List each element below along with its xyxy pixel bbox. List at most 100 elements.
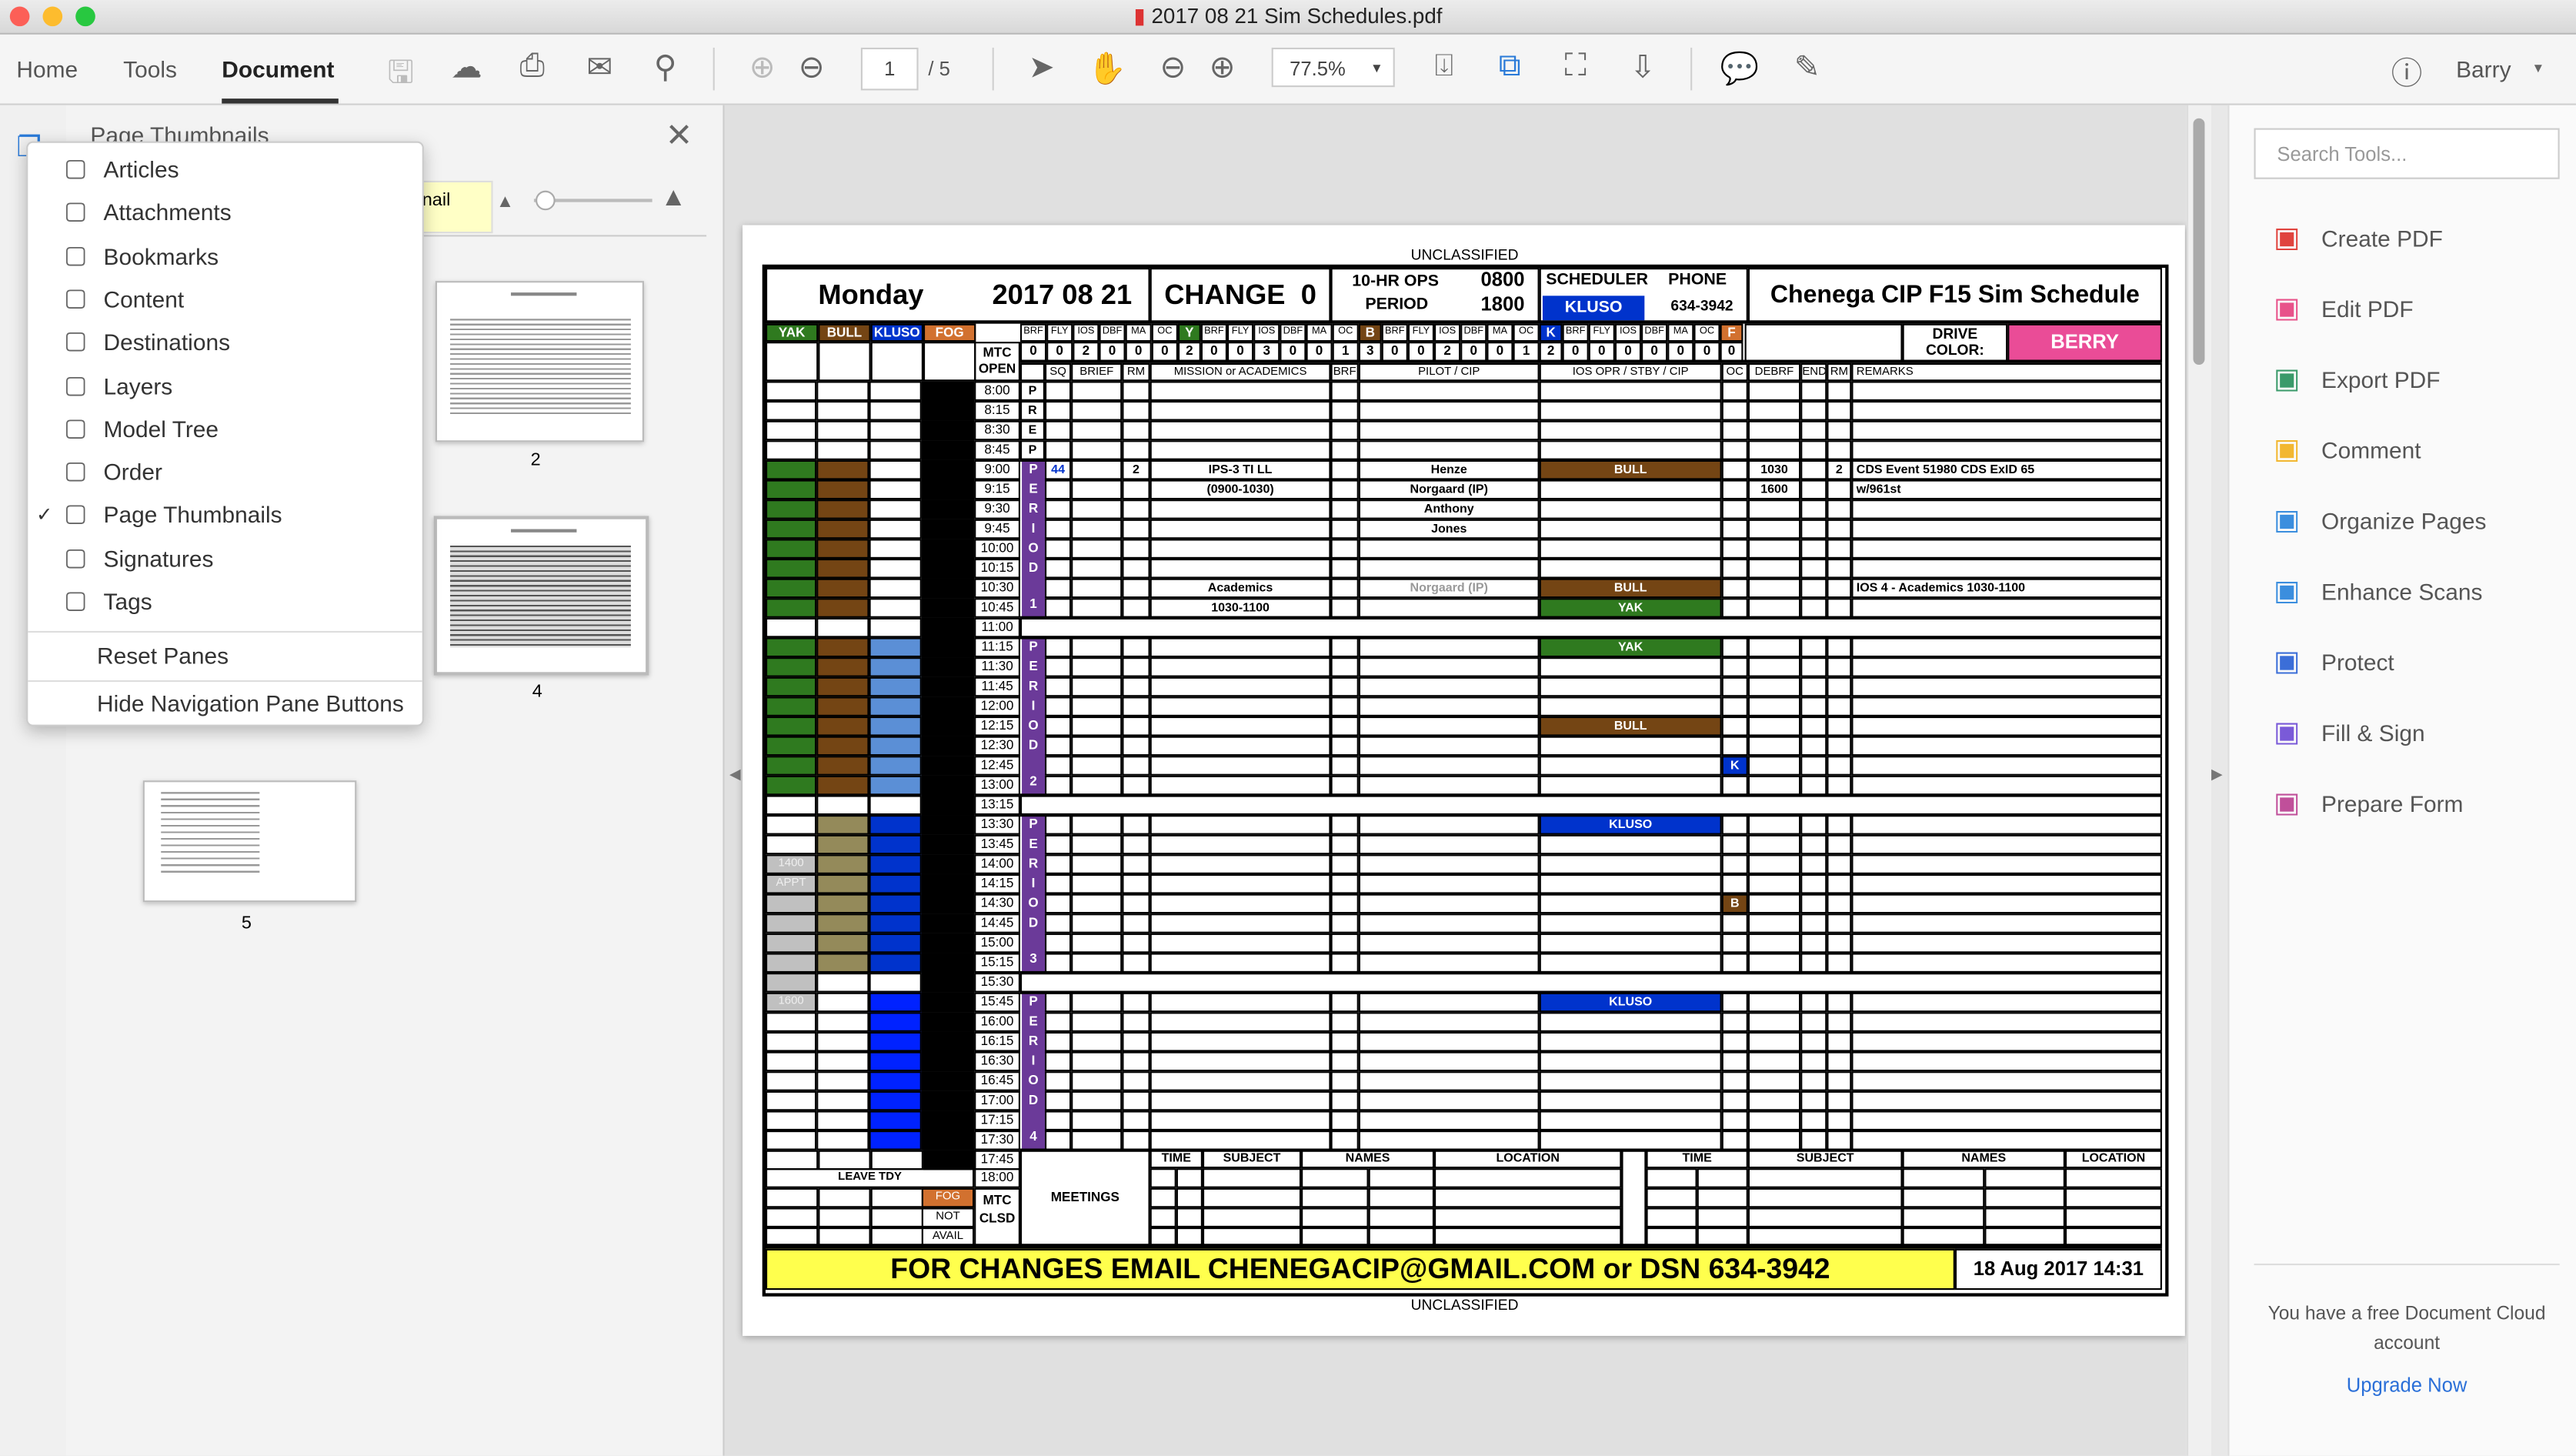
page-down-icon[interactable]: ⊖ — [792, 49, 831, 87]
close-icon[interactable]: ✕ — [666, 115, 693, 155]
email-icon[interactable]: ✉ — [580, 49, 619, 87]
availability-cell-fog — [921, 973, 975, 993]
search-icon[interactable]: ⚲ — [646, 49, 685, 87]
count-header: OC — [1513, 323, 1540, 342]
pen-icon[interactable]: ✎ — [1787, 49, 1827, 87]
search-tools-input[interactable]: Search Tools... — [2254, 128, 2560, 179]
availability-cell-fog — [921, 1012, 975, 1032]
vertical-scrollbar[interactable] — [2186, 105, 2211, 1456]
zoom-select[interactable]: 77.5% ▼ — [1271, 47, 1395, 88]
cell — [1071, 381, 1123, 401]
availability-cell-kluso — [869, 854, 922, 874]
chevron-down-icon[interactable]: ▼ — [2531, 61, 2544, 75]
cell: P — [1019, 381, 1045, 401]
tool-comment[interactable]: ▣ Comment — [2269, 434, 2421, 467]
tab-home[interactable]: Home — [16, 56, 78, 82]
zoom-out-icon[interactable]: ⊖ — [1153, 49, 1193, 87]
fit-width-icon[interactable]: ⧉ — [1490, 49, 1530, 85]
cell — [1330, 657, 1359, 677]
cell — [1044, 1031, 1072, 1052]
tool-export-pdf[interactable]: ▣ Export PDF — [2269, 363, 2440, 396]
tool-create-pdf[interactable]: ▣ Create PDF — [2269, 222, 2443, 255]
cell — [1071, 696, 1123, 716]
menu-item-model-tree[interactable]: ▢ Model Tree — [28, 407, 422, 450]
tool-edit-pdf[interactable]: ▣ Edit PDF — [2269, 292, 2414, 326]
zoom-in-icon[interactable]: ⊕ — [1203, 49, 1242, 87]
cell — [1827, 539, 1852, 559]
page-thumbnail[interactable] — [435, 281, 644, 442]
fit-page-icon[interactable]: ⍗ — [1424, 49, 1463, 85]
upgrade-now-link[interactable]: Upgrade Now — [2259, 1374, 2554, 1397]
cell — [1851, 756, 2162, 776]
meeting-header: TIME — [1646, 1148, 1748, 1169]
cell — [1071, 913, 1123, 933]
tool-prepare-form[interactable]: ▣ Prepare Form — [2269, 787, 2463, 820]
cell — [1358, 420, 1540, 441]
cell — [1044, 1071, 1072, 1091]
menu-item-destinations[interactable]: ▢ Destinations — [28, 321, 422, 364]
tool-protect[interactable]: ▣ Protect — [2269, 646, 2394, 679]
small-thumbnail-icon[interactable]: ▲ — [496, 192, 514, 212]
hand-icon[interactable]: ✋ — [1088, 49, 1127, 88]
minimize-window-button[interactable] — [42, 6, 63, 27]
comment-icon[interactable]: 💬 — [1720, 49, 1760, 88]
availability-cell-bull — [816, 1090, 869, 1111]
clsd-label: CLSD — [979, 1211, 1016, 1226]
page-number-input[interactable]: 1 — [860, 47, 919, 91]
meeting-cell — [1176, 1207, 1203, 1227]
upload-icon[interactable]: ☁ — [447, 49, 486, 87]
scroll-mode-icon[interactable]: ⇩ — [1623, 49, 1663, 87]
slider-handle[interactable] — [536, 190, 556, 211]
help-icon[interactable]: ⓘ — [2387, 49, 2426, 94]
menu-item-layers[interactable]: ▢ Layers — [28, 364, 422, 407]
time-label: 12:00 — [974, 696, 1020, 716]
cell — [1827, 716, 1852, 736]
menu-item-attachments[interactable]: ▢ Attachments — [28, 191, 422, 234]
cell — [1071, 854, 1123, 874]
menu-item-page-thumbnails[interactable]: ✓ ▢ Page Thumbnails — [28, 493, 422, 536]
menu-item-bookmarks[interactable]: ▢ Bookmarks — [28, 234, 422, 277]
time-label: 8:45 — [974, 440, 1020, 460]
change: CHANGE 0 — [1150, 268, 1331, 322]
user-menu[interactable]: Barry — [2456, 56, 2511, 82]
count-header: FLY — [1046, 323, 1073, 342]
menu-item-order[interactable]: ▢ Order — [28, 450, 422, 493]
page-up-icon[interactable]: ⊕ — [742, 49, 782, 87]
scrollbar-thumb[interactable] — [2193, 118, 2205, 366]
availability-cell-kluso — [869, 400, 922, 421]
full-screen-icon[interactable]: ⛶ — [1556, 49, 1595, 85]
menu-item-articles[interactable]: ▢ Articles — [28, 148, 422, 191]
expand-right-arrow-icon[interactable]: ▶ — [2211, 766, 2223, 783]
page-thumbnail[interactable] — [142, 780, 357, 903]
tab-document[interactable]: Document — [222, 56, 334, 82]
cell — [1358, 1110, 1540, 1131]
close-window-button[interactable] — [9, 6, 30, 27]
cell — [1358, 1130, 1540, 1150]
cell — [1721, 873, 1748, 894]
count-header: DBF — [1641, 323, 1668, 342]
reset-panes-item[interactable]: Reset Panes — [28, 634, 422, 677]
cell — [1330, 854, 1359, 874]
menu-item-tags[interactable]: ▢ Tags — [28, 580, 422, 623]
hide-navigation-pane-buttons-item[interactable]: Hide Navigation Pane Buttons — [28, 682, 422, 725]
tool-fill-sign[interactable]: ▣ Fill & Sign — [2269, 716, 2425, 750]
availability-cell-kluso — [869, 598, 922, 618]
large-thumbnail-icon[interactable]: ▲ — [660, 184, 686, 213]
cell — [1150, 440, 1331, 460]
save-icon[interactable]: 🖫 — [381, 49, 420, 102]
tool-organize-pages[interactable]: ▣ Organize Pages — [2269, 505, 2486, 538]
tool-enhance-scans[interactable]: ▣ Enhance Scans — [2269, 575, 2482, 608]
page-thumbnail[interactable] — [433, 516, 649, 676]
cell — [1851, 716, 2162, 736]
availability-cell-yak — [766, 953, 817, 973]
print-icon[interactable]: ⎙ — [512, 49, 552, 85]
menu-item-content[interactable]: ▢ Content — [28, 278, 422, 321]
zoom-window-button[interactable] — [75, 6, 95, 27]
cell — [1330, 873, 1359, 894]
cell — [1851, 676, 2162, 697]
collapse-left-arrow-icon[interactable]: ◀ — [729, 766, 741, 783]
cell — [1747, 933, 1801, 953]
menu-item-signatures[interactable]: ▢ Signatures — [28, 537, 422, 580]
tab-tools[interactable]: Tools — [123, 56, 177, 82]
select-arrow-icon[interactable]: ➤ — [1022, 49, 1061, 87]
